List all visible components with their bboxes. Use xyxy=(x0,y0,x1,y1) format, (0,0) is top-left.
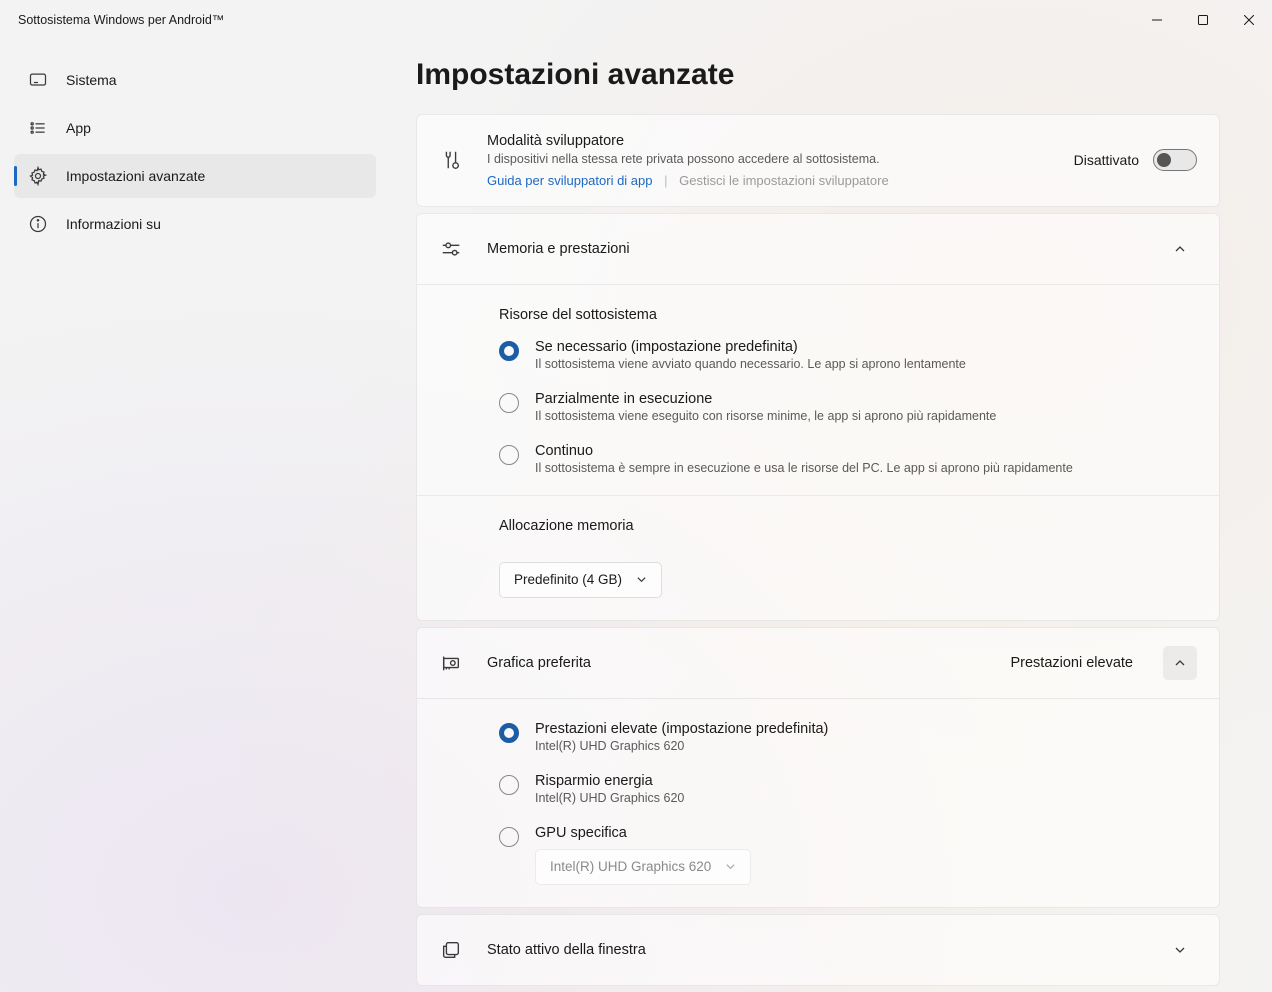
chevron-down-icon xyxy=(725,861,736,872)
radio-label: Prestazioni elevate (impostazione predef… xyxy=(535,721,828,737)
link-dev-guide[interactable]: Guida per sviluppatori di app xyxy=(487,173,653,188)
allocation-subtitle: Allocazione memoria xyxy=(499,518,1197,534)
sidebar-item-label: Informazioni su xyxy=(66,216,161,232)
display-icon xyxy=(28,70,48,90)
expand-button[interactable] xyxy=(1163,933,1197,967)
radio-label: GPU specifica xyxy=(535,825,751,841)
radio-option-power-saving[interactable]: Risparmio energia Intel(R) UHD Graphics … xyxy=(499,773,1197,805)
dropdown-value: Predefinito (4 GB) xyxy=(514,572,622,587)
toggle-state-label: Disattivato xyxy=(1074,152,1139,168)
radio-desc: Intel(R) UHD Graphics 620 xyxy=(535,739,828,753)
info-icon xyxy=(28,214,48,234)
radio-option-high-performance[interactable]: Prestazioni elevate (impostazione predef… xyxy=(499,721,1197,753)
devmode-desc: I dispositivi nella stessa rete privata … xyxy=(487,151,1050,169)
card-developer-mode: Modalità sviluppatore I dispositivi nell… xyxy=(416,114,1220,207)
devmode-toggle[interactable] xyxy=(1153,149,1197,171)
card-header-graphics[interactable]: Grafica preferita Prestazioni elevate xyxy=(417,628,1219,698)
graphics-title: Grafica preferita xyxy=(487,655,986,671)
radio-option-partial[interactable]: Parzialmente in esecuzione Il sottosiste… xyxy=(499,391,1197,423)
chevron-down-icon xyxy=(1174,944,1186,956)
sidebar-item-system[interactable]: Sistema xyxy=(14,58,376,102)
memory-allocation-dropdown[interactable]: Predefinito (4 GB) xyxy=(499,562,662,598)
radio-input[interactable] xyxy=(499,341,519,361)
radio-desc: Il sottosistema viene eseguito con risor… xyxy=(535,409,996,423)
radio-label: Se necessario (impostazione predefinita) xyxy=(535,339,966,355)
sidebar: Sistema App Impostazioni avanzate Inform… xyxy=(0,40,390,992)
radio-input[interactable] xyxy=(499,827,519,847)
list-icon xyxy=(28,118,48,138)
radio-label: Parzialmente in esecuzione xyxy=(535,391,996,407)
gpu-select-dropdown: Intel(R) UHD Graphics 620 xyxy=(535,849,751,885)
minimize-button[interactable] xyxy=(1134,4,1180,36)
radio-input[interactable] xyxy=(499,775,519,795)
window-title: Sottosistema Windows per Android™ xyxy=(18,13,224,27)
dropdown-value: Intel(R) UHD Graphics 620 xyxy=(550,859,711,874)
window-stack-icon xyxy=(439,939,463,961)
sidebar-item-apps[interactable]: App xyxy=(14,106,376,150)
main-content: Impostazioni avanzate Modalità sviluppat… xyxy=(390,40,1272,992)
card-header-active-window[interactable]: Stato attivo della finestra xyxy=(417,915,1219,985)
sidebar-item-about[interactable]: Informazioni su xyxy=(14,202,376,246)
gear-icon xyxy=(28,166,48,186)
card-header-memory[interactable]: Memoria e prestazioni xyxy=(417,214,1219,284)
link-manage-dev-settings: Gestisci le impostazioni sviluppatore xyxy=(679,173,889,188)
maximize-button[interactable] xyxy=(1180,4,1226,36)
radio-option-specific-gpu[interactable]: GPU specifica Intel(R) UHD Graphics 620 xyxy=(499,825,1197,885)
card-memory-performance: Memoria e prestazioni Risorse del sottos… xyxy=(416,213,1220,621)
chevron-up-icon xyxy=(1174,657,1186,669)
sidebar-item-label: App xyxy=(66,120,91,136)
memory-title: Memoria e prestazioni xyxy=(487,241,1139,257)
collapse-button[interactable] xyxy=(1163,646,1197,680)
sidebar-item-advanced[interactable]: Impostazioni avanzate xyxy=(14,154,376,198)
activewindow-title: Stato attivo della finestra xyxy=(487,942,1139,958)
radio-desc: Il sottosistema è sempre in esecuzione e… xyxy=(535,461,1073,475)
link-separator: | xyxy=(664,173,667,188)
radio-option-as-needed[interactable]: Se necessario (impostazione predefinita)… xyxy=(499,339,1197,371)
chevron-up-icon xyxy=(1174,243,1186,255)
radio-option-continuous[interactable]: Continuo Il sottosistema è sempre in ese… xyxy=(499,443,1197,475)
chevron-down-icon xyxy=(636,574,647,585)
radio-desc: Intel(R) UHD Graphics 620 xyxy=(535,791,684,805)
card-active-window-state: Stato attivo della finestra xyxy=(416,914,1220,986)
devmode-title: Modalità sviluppatore xyxy=(487,133,1050,149)
radio-input[interactable] xyxy=(499,723,519,743)
sidebar-item-label: Sistema xyxy=(66,72,117,88)
page-title: Impostazioni avanzate xyxy=(416,58,1220,92)
window-controls xyxy=(1134,4,1272,36)
gpu-icon xyxy=(439,652,463,674)
close-button[interactable] xyxy=(1226,4,1272,36)
radio-label: Risparmio energia xyxy=(535,773,684,789)
radio-input[interactable] xyxy=(499,393,519,413)
sidebar-item-label: Impostazioni avanzate xyxy=(66,168,205,184)
collapse-button[interactable] xyxy=(1163,232,1197,266)
titlebar: Sottosistema Windows per Android™ xyxy=(0,0,1272,40)
radio-input[interactable] xyxy=(499,445,519,465)
radio-desc: Il sottosistema viene avviato quando nec… xyxy=(535,357,966,371)
radio-label: Continuo xyxy=(535,443,1073,459)
graphics-current-value: Prestazioni elevate xyxy=(1010,655,1133,671)
card-graphics: Grafica preferita Prestazioni elevate Pr… xyxy=(416,627,1220,908)
sliders-icon xyxy=(439,238,463,260)
tools-icon xyxy=(439,149,463,171)
resources-subtitle: Risorse del sottosistema xyxy=(499,307,1197,323)
